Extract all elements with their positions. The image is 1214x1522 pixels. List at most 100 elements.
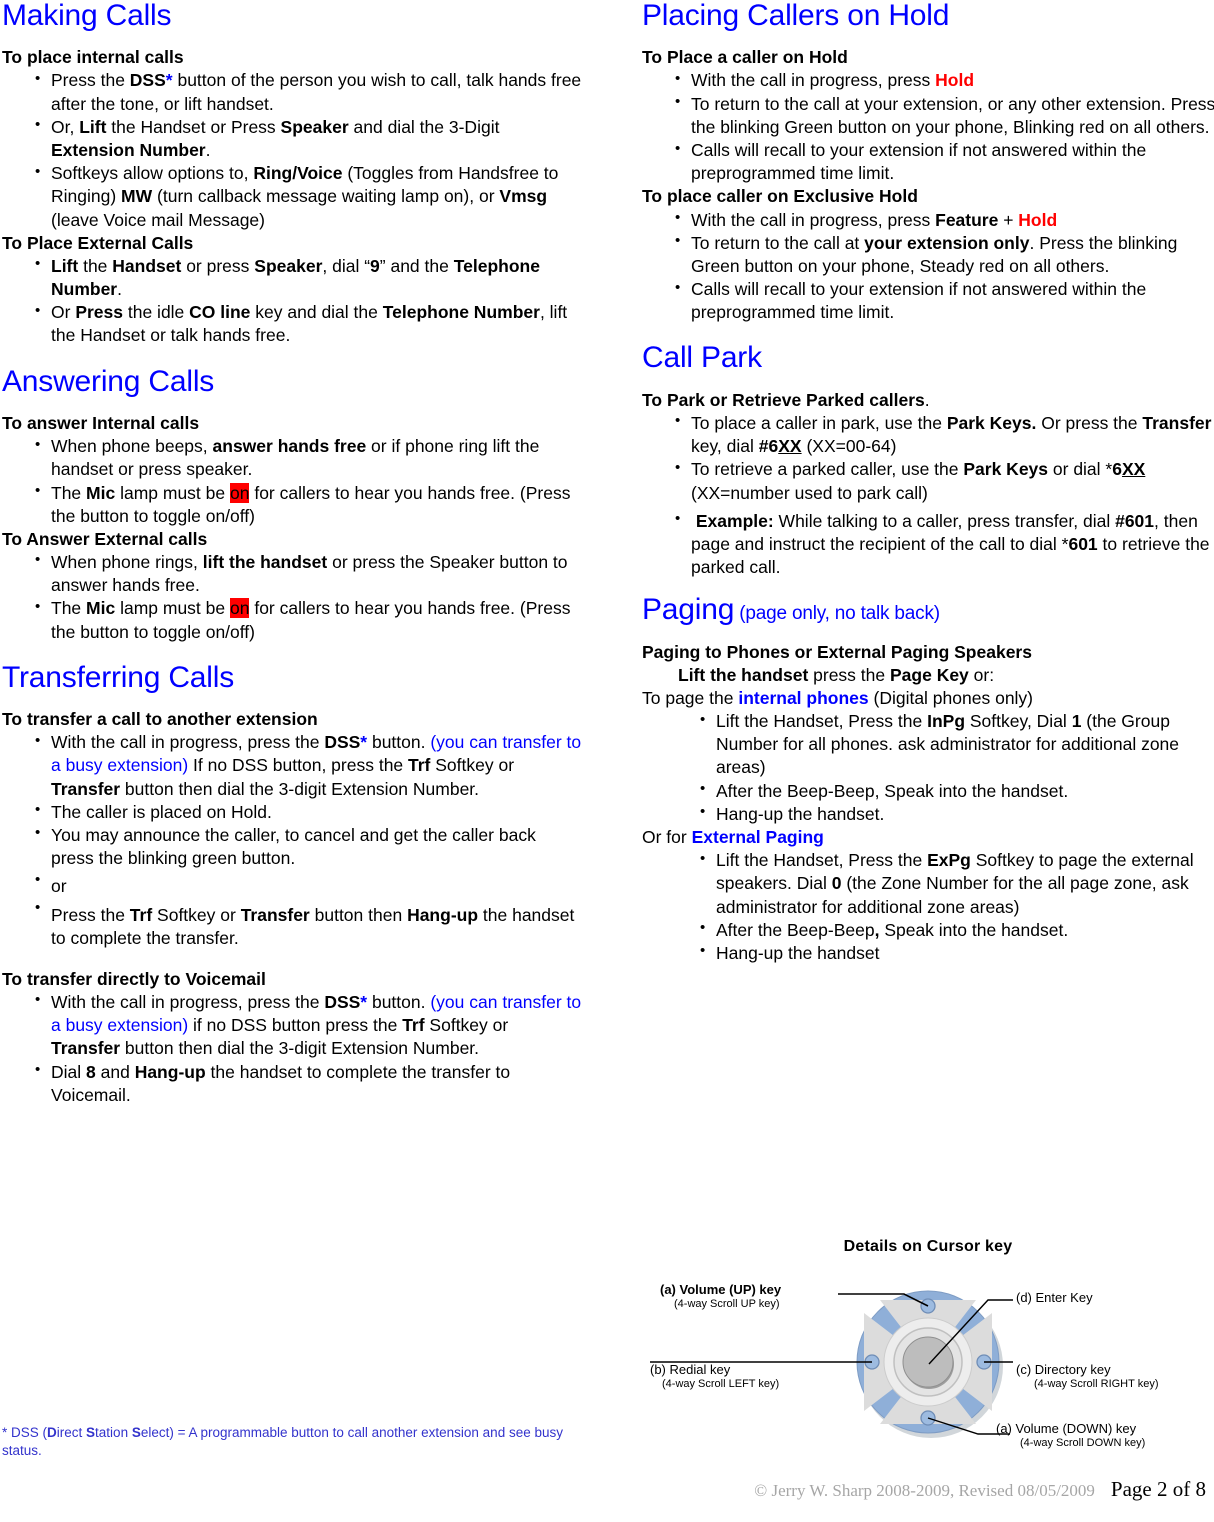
- list-item: When phone beeps, answer hands free or i…: [35, 435, 582, 481]
- text-run: * DSS (: [2, 1425, 48, 1440]
- text-mw: MW: [121, 186, 153, 207]
- text-retrieve-code: 6: [1112, 459, 1122, 480]
- text-run: button then dial the 3-digit Extension N…: [120, 778, 480, 799]
- list-item: After the Beep-Beep, Speak into the hand…: [700, 779, 1214, 803]
- text-run: S: [131, 1425, 141, 1440]
- subhead-answer-internal-calls: To answer Internal calls: [2, 413, 200, 434]
- text-trf: Trf: [402, 1015, 425, 1036]
- diagram-label-redial: (b) Redial key (4-way Scroll LEFT key): [650, 1362, 779, 1392]
- text-run: Hang-up the handset.: [716, 803, 885, 824]
- text-run: The: [51, 598, 87, 619]
- text-run: button then: [309, 904, 408, 925]
- text-run: Lift the Handset, Press the: [716, 850, 928, 871]
- text-run: To return to the call at: [691, 232, 865, 253]
- text-run: Calls will recall to your extension if n…: [691, 279, 1147, 323]
- list-call-park: To place a caller in park, use the Park …: [642, 411, 1214, 585]
- text-run: Hang-up the handset: [716, 942, 880, 963]
- list-item: To place a caller in park, use the Park …: [675, 411, 1214, 458]
- copyright-text: © Jerry W. Sharp 2008-2009, Revised 08/0…: [754, 1481, 1095, 1500]
- text-retrieve-code-xx: XX: [1121, 459, 1146, 480]
- list-place-external-calls: Lift the Handset or press Speaker, dial …: [2, 254, 582, 348]
- text-run: Calls will recall to your extension if n…: [691, 140, 1147, 184]
- text-run: and dial the 3-Digit: [348, 116, 500, 137]
- text-run: , dial “: [322, 255, 371, 276]
- list-item: After the Beep-Beep, Speak into the hand…: [700, 918, 1214, 942]
- text-run: button.: [367, 732, 431, 753]
- text-inpg: InPg: [927, 711, 966, 732]
- page-number: Page 2 of 8: [1110, 1477, 1206, 1501]
- text-dss: DSS: [324, 991, 361, 1012]
- text-run: the: [78, 255, 113, 276]
- text-run: tation: [95, 1425, 132, 1440]
- text-run: (4-way Scroll RIGHT key): [1034, 1378, 1159, 1391]
- text-trf: Trf: [408, 755, 431, 776]
- text-run: With the call in progress, press the: [51, 991, 325, 1012]
- list-item: The Mic lamp must be on for callers to h…: [35, 481, 582, 528]
- list-item: Example: While talking to a caller, pres…: [675, 509, 1214, 585]
- text-run: When phone beeps,: [51, 436, 213, 457]
- text-digit-1: 1: [1071, 711, 1082, 732]
- text-dss: DSS: [129, 70, 166, 91]
- text-lift-the-handset: Lift the handset: [678, 664, 809, 685]
- text-extension-number: Extension Number: [51, 140, 206, 161]
- text-hold: Hold: [935, 70, 975, 91]
- text-run: (Digital phones only): [868, 687, 1034, 708]
- list-item: The Mic lamp must be on for callers to h…: [35, 597, 582, 643]
- text-run: When phone rings,: [51, 551, 203, 572]
- diagram-label-directory: (c) Directory key (4-way Scroll RIGHT ke…: [1016, 1362, 1158, 1392]
- list-item: With the call in progress, press Feature…: [675, 208, 1214, 232]
- subhead-transfer-to-voicemail: To transfer directly to Voicemail: [2, 968, 266, 989]
- line-page-internal-phones: To page the internal phones (Digital pho…: [642, 687, 1214, 710]
- text-run: Or: [51, 302, 76, 323]
- list-item: Or Press the idle CO line key and dial t…: [35, 301, 582, 347]
- text-telephone-number: Telephone Number: [382, 302, 540, 323]
- text-run: The: [51, 482, 87, 503]
- text-park-code: #6: [758, 436, 779, 457]
- text-run: press the: [808, 664, 890, 685]
- text-run: S: [86, 1425, 96, 1440]
- text-run: button.: [367, 991, 431, 1012]
- cursor-key-illustration: [650, 1290, 1013, 1438]
- text-your-extension-only: your extension only: [864, 232, 1030, 253]
- text-run: Dial: [51, 1061, 87, 1082]
- text-run: or:: [968, 664, 995, 685]
- list-transfer-to-voicemail: With the call in progress, press the DSS…: [2, 990, 582, 1107]
- text-trf: Trf: [129, 904, 153, 925]
- text-run: If no DSS button, press the: [188, 755, 409, 776]
- text-example-park-code: #601: [1115, 510, 1155, 531]
- text-run: Or press the: [1036, 412, 1143, 433]
- text-lift-the-handset: lift the handset: [202, 551, 328, 572]
- document-page: Making Calls To place internal calls Pre…: [0, 0, 1214, 1522]
- text-run: To Park or Retrieve Parked callers: [642, 389, 925, 410]
- line-external-paging: Or for External Paging: [642, 826, 1214, 849]
- text-hang-up: Hang-up: [407, 904, 479, 925]
- line-lift-handset-page-key: Lift the handset press the Page Key or:: [642, 664, 1214, 687]
- text-run: Softkey or: [430, 755, 515, 776]
- text-expg: ExPg: [927, 850, 971, 871]
- subhead-exclusive-hold: To place caller on Exclusive Hold: [642, 186, 918, 207]
- diagram-label-enter-key: (d) Enter Key: [1016, 1290, 1093, 1306]
- text-asterisk: *: [165, 70, 173, 91]
- text-run: .: [117, 279, 122, 300]
- diagram-label-volume-down: (a) Volume (DOWN) key (4-way Scroll DOWN…: [996, 1421, 1145, 1451]
- text-run: Softkey, Dial: [965, 711, 1072, 732]
- text-park-keys: Park Keys: [963, 459, 1049, 480]
- text-external-paging: External Paging: [691, 826, 824, 847]
- text-vmsg: Vmsg: [499, 186, 548, 207]
- list-answer-internal-calls: When phone beeps, answer hands free or i…: [2, 435, 582, 528]
- text-run: if no DSS button press the: [188, 1015, 403, 1036]
- highlight-on: on: [230, 482, 250, 503]
- text-run: ” and the: [379, 255, 454, 276]
- list-item: To return to the call at your extension …: [675, 231, 1214, 278]
- text-run: (d) Enter Key: [1016, 1290, 1093, 1305]
- list-item: To return to the call at your extension,…: [675, 92, 1214, 139]
- text-park-code-xx: XX: [778, 436, 802, 457]
- list-place-internal-calls: Press the DSS* button of the person you …: [2, 69, 582, 231]
- list-external-paging: Lift the Handset, Press the ExPg Softkey…: [642, 849, 1214, 965]
- text-run: (4-way Scroll UP key): [674, 1298, 780, 1311]
- text-run: irect: [56, 1425, 87, 1440]
- list-exclusive-hold: With the call in progress, press Feature…: [642, 208, 1214, 325]
- text-transfer: Transfer: [240, 904, 310, 925]
- list-item: Hang-up the handset.: [700, 802, 1214, 826]
- list-item: Calls will recall to your extension if n…: [675, 139, 1214, 185]
